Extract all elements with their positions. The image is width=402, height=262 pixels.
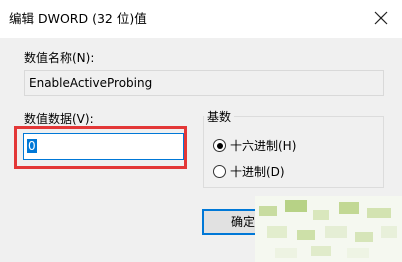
value-name-field: EnableActiveProbing bbox=[24, 70, 384, 96]
base-group-label: 基数 bbox=[204, 109, 235, 125]
value-name-label: 数值名称(N): bbox=[24, 51, 95, 65]
title-bar: 编辑 DWORD (32 位)值 bbox=[0, 0, 402, 38]
radio-button[interactable] bbox=[213, 139, 226, 152]
value-data-input[interactable]: 0 bbox=[23, 133, 184, 160]
window-title: 编辑 DWORD (32 位)值 bbox=[9, 11, 147, 26]
radio-decimal-label: 十进制(D) bbox=[230, 165, 285, 179]
radio-hexadecimal-label: 十六进制(H) bbox=[230, 139, 297, 153]
close-button[interactable] bbox=[366, 4, 396, 32]
selected-text: 0 bbox=[27, 139, 37, 153]
watermark-overlay bbox=[255, 196, 402, 262]
value-data-label: 数值数据(V): bbox=[24, 112, 94, 126]
radio-selected-dot bbox=[216, 142, 223, 149]
close-icon bbox=[374, 11, 388, 25]
radio-button[interactable] bbox=[213, 165, 226, 178]
